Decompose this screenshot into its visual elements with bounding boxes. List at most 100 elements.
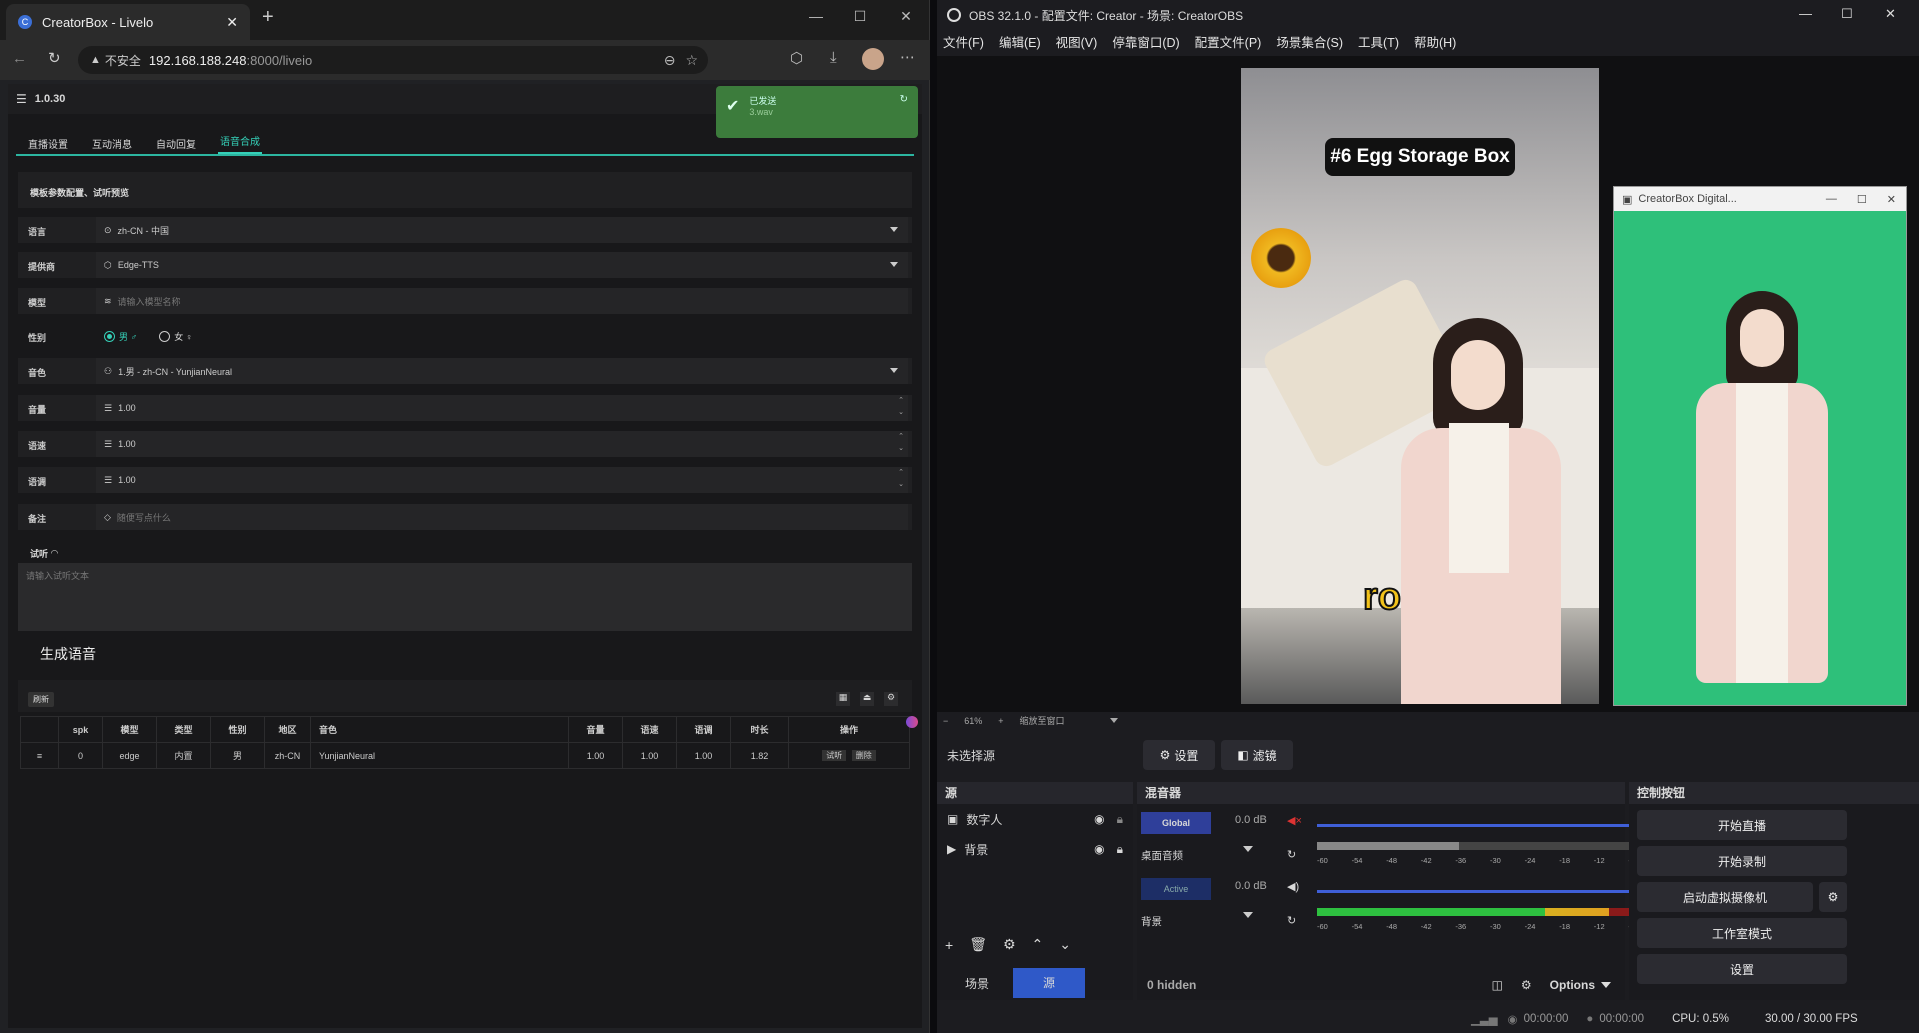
properties-button[interactable]: ⚙ 设置 bbox=[1143, 740, 1215, 770]
model-input[interactable]: ≋ 请输入模型名称 bbox=[96, 288, 908, 314]
bookmark-star-icon[interactable]: ☆ bbox=[685, 52, 698, 69]
gender-female-radio[interactable]: 女 ♀ bbox=[159, 330, 193, 343]
floating-assistant-icon[interactable] bbox=[906, 716, 918, 728]
grid-icon[interactable]: ▦ bbox=[836, 692, 850, 706]
tab-live-settings[interactable]: 直播设置 bbox=[26, 136, 70, 151]
zoom-bar: − 61% + 缩放至窗口 bbox=[943, 714, 1118, 727]
close-window-icon[interactable]: ✕ bbox=[1885, 6, 1896, 22]
move-down-icon[interactable]: ⌄ bbox=[1059, 936, 1071, 953]
creatorbox-digital-window[interactable]: ▣ CreatorBox Digital... — ☐ ✕ bbox=[1613, 186, 1907, 706]
voice-select[interactable]: ⚇ 1.男 - zh-CN - YunjianNeural bbox=[96, 358, 908, 384]
menu-view[interactable]: 视图(V) bbox=[1056, 32, 1098, 51]
obs-preview[interactable]: #6 Egg Storage Box roll ▣ CreatorBox Dig… bbox=[937, 56, 1919, 726]
start-streaming-button[interactable]: 开始直播 bbox=[1637, 810, 1847, 840]
source-item[interactable]: ▣ 数字人 ◉ 🔒︎ bbox=[937, 804, 1133, 834]
volume-slider[interactable] bbox=[1317, 890, 1673, 893]
zoom-out-icon[interactable]: − bbox=[943, 716, 948, 726]
toast-close-icon[interactable]: ↻ bbox=[900, 94, 908, 105]
menu-docks[interactable]: 停靠窗口(D) bbox=[1112, 32, 1179, 51]
more-menu-icon[interactable]: ⋯ bbox=[900, 48, 915, 66]
close-tab-icon[interactable]: ✕ bbox=[226, 14, 238, 31]
listen-textarea[interactable]: 请输入试听文本 bbox=[18, 563, 912, 631]
source-item[interactable]: ▶ 背景 ◉ 🔒︎ bbox=[937, 834, 1133, 864]
url-bar[interactable]: ▲ 不安全 192.168.188.248 :8000/liveio ⊖ ☆ bbox=[78, 46, 708, 74]
close-icon[interactable]: ✕ bbox=[1887, 193, 1896, 206]
settings-button[interactable]: 设置 bbox=[1637, 954, 1847, 984]
note-label: 备注 bbox=[28, 514, 47, 524]
browser-tab[interactable]: C CreatorBox - Livelo ✕ bbox=[6, 4, 250, 40]
lock-icon[interactable]: 🔒︎ bbox=[1117, 812, 1123, 827]
note-input[interactable]: ◇ 随便写点什么 bbox=[96, 504, 908, 530]
lock-icon[interactable]: 🔒︎ bbox=[1117, 842, 1123, 857]
tab-scenes[interactable]: 场景 bbox=[941, 975, 1013, 992]
settings-icon[interactable]: ⚙ bbox=[884, 692, 898, 706]
dropdown-icon[interactable] bbox=[1243, 912, 1253, 918]
menu-scene-collection[interactable]: 场景集合(S) bbox=[1276, 32, 1343, 51]
tab-tts[interactable]: 语音合成 bbox=[218, 133, 262, 154]
gender-male-radio[interactable]: 男 ♂ bbox=[104, 330, 137, 343]
delete-button[interactable]: 删除 bbox=[851, 750, 876, 761]
speaker-icon[interactable]: ◀) bbox=[1287, 880, 1299, 893]
back-icon[interactable]: ← bbox=[12, 50, 27, 67]
zoom-in-icon[interactable]: + bbox=[998, 716, 1003, 726]
new-tab-icon[interactable]: + bbox=[262, 6, 274, 29]
dropdown-icon[interactable] bbox=[1243, 846, 1253, 852]
menu-edit[interactable]: 编辑(E) bbox=[999, 32, 1041, 51]
filters-button[interactable]: ◧ 滤镜 bbox=[1221, 740, 1293, 770]
provider-select[interactable]: ⬡ Edge-TTS bbox=[96, 252, 908, 278]
extensions-icon[interactable]: ⬡ bbox=[790, 49, 803, 67]
profile-avatar[interactable] bbox=[862, 48, 884, 70]
advanced-audio-icon[interactable]: ⚙ bbox=[1521, 978, 1532, 992]
mixer-settings-icon[interactable]: ↻ bbox=[1287, 914, 1296, 927]
dropdown-icon[interactable] bbox=[1109, 718, 1118, 723]
rate-input[interactable]: ☰ 1.00 ⌃ ⌄ bbox=[96, 431, 908, 457]
reload-icon[interactable]: ↻ bbox=[48, 49, 61, 67]
virtual-camera-settings-icon[interactable]: ⚙ bbox=[1819, 882, 1847, 912]
refresh-button[interactable]: 刷新 bbox=[28, 692, 54, 707]
menu-profile[interactable]: 配置文件(P) bbox=[1195, 32, 1262, 51]
maximize-icon[interactable]: ☐ bbox=[1857, 193, 1867, 206]
layout-icon[interactable]: ◫ bbox=[1492, 978, 1503, 992]
menu-file[interactable]: 文件(F) bbox=[943, 32, 984, 51]
visibility-eye-icon[interactable]: ◉ bbox=[1094, 812, 1104, 826]
options-button[interactable]: Options bbox=[1550, 978, 1595, 992]
close-window-icon[interactable]: ✕ bbox=[886, 8, 926, 25]
source-settings-icon[interactable]: ⚙ bbox=[1003, 936, 1016, 953]
start-virtual-camera-button[interactable]: 启动虚拟摄像机 bbox=[1637, 882, 1813, 912]
minimize-icon[interactable]: — bbox=[1826, 193, 1837, 205]
studio-mode-button[interactable]: 工作室模式 bbox=[1637, 918, 1847, 948]
visibility-eye-icon[interactable]: ◉ bbox=[1094, 842, 1104, 856]
zoom-icon[interactable]: ⊖ bbox=[664, 52, 676, 69]
stepper-icon[interactable]: ⌃ ⌄ bbox=[894, 467, 908, 493]
volume-slider[interactable] bbox=[1317, 824, 1673, 827]
maximize-icon[interactable]: ☐ bbox=[840, 8, 880, 25]
remove-source-icon[interactable]: 🗑︎ bbox=[969, 936, 987, 953]
menu-tools[interactable]: 工具(T) bbox=[1358, 32, 1399, 51]
lang-select[interactable]: ⊙ zh-CN - 中国 bbox=[96, 217, 908, 243]
menu-icon[interactable]: ☰ bbox=[16, 92, 27, 106]
download-icon[interactable]: ⤓ bbox=[830, 49, 837, 66]
export-icon[interactable]: ⏏ bbox=[860, 692, 874, 706]
tab-messages[interactable]: 互动消息 bbox=[90, 136, 134, 151]
minimize-icon[interactable]: — bbox=[1799, 6, 1812, 21]
start-recording-button[interactable]: 开始录制 bbox=[1637, 846, 1847, 876]
pitch-input[interactable]: ☰ 1.00 ⌃ ⌄ bbox=[96, 467, 908, 493]
move-up-icon[interactable]: ⌃ bbox=[1032, 936, 1044, 953]
stepper-icon[interactable]: ⌃ ⌄ bbox=[894, 431, 908, 457]
tab-sources[interactable]: 源 bbox=[1013, 968, 1085, 998]
mute-icon[interactable]: ◀× bbox=[1287, 814, 1302, 827]
mixer-settings-icon[interactable]: ↻ bbox=[1287, 848, 1296, 861]
listen-button[interactable]: 试听 bbox=[822, 750, 847, 761]
tab-auto-reply[interactable]: 自动回复 bbox=[154, 136, 198, 151]
drag-handle-icon[interactable]: ≡ bbox=[20, 742, 59, 769]
menu-help[interactable]: 帮助(H) bbox=[1414, 32, 1456, 51]
volume-input[interactable]: ☰ 1.00 ⌃ ⌄ bbox=[96, 395, 908, 421]
dropdown-icon[interactable] bbox=[1601, 982, 1611, 988]
pitch-row: 语调 ☰ 1.00 ⌃ ⌄ bbox=[18, 467, 912, 493]
stepper-icon[interactable]: ⌃ ⌄ bbox=[894, 395, 908, 421]
zoom-mode[interactable]: 缩放至窗口 bbox=[1020, 714, 1110, 727]
maximize-icon[interactable]: ☐ bbox=[1841, 6, 1853, 22]
sent-toast: ✔ 已发送 3.wav ↻ bbox=[716, 86, 918, 138]
add-source-icon[interactable]: + bbox=[945, 937, 953, 953]
minimize-icon[interactable]: — bbox=[796, 8, 836, 24]
